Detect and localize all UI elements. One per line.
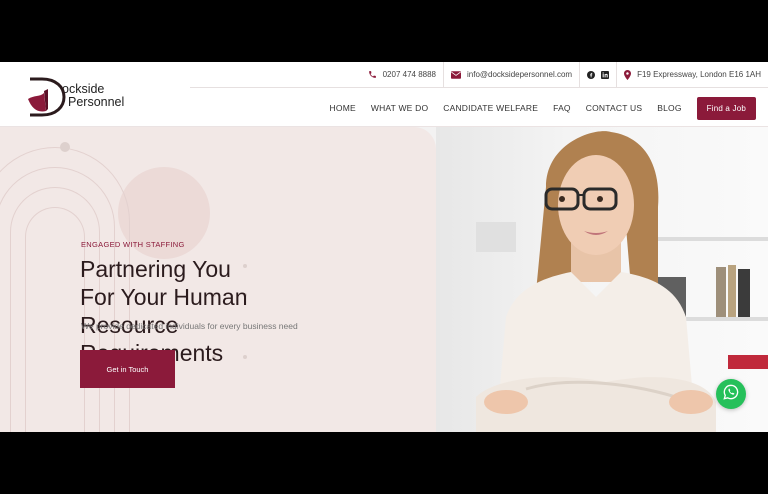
find-a-job-button[interactable]: Find a Job [696, 96, 756, 120]
email-address: info@docksidepersonnel.com [467, 70, 573, 79]
address-text: F19 Expressway, London E16 1AH [637, 70, 761, 79]
dockside-logo-mark [24, 75, 66, 117]
nav-item-contact-us[interactable]: CONTACT US [586, 103, 642, 113]
nav-item-what-we-do[interactable]: WHAT WE DO [371, 103, 428, 113]
phone-number: 0207 474 8888 [382, 70, 436, 79]
main-nav: HOME WHAT WE DO CANDIDATE WELFARE FAQ CO… [330, 96, 756, 120]
linkedin-icon[interactable] [601, 70, 610, 79]
nav-item-candidate-welfare[interactable]: CANDIDATE WELFARE [443, 103, 538, 113]
get-in-touch-button[interactable]: Get in Touch [80, 350, 175, 388]
phone-contact[interactable]: 0207 474 8888 [361, 62, 443, 88]
address-contact[interactable]: F19 Expressway, London E16 1AH [616, 62, 768, 88]
brand-logo[interactable]: ockside Personnel [24, 72, 134, 120]
hero-subtitle: We provide dedicated individuals for eve… [81, 321, 298, 331]
decorative-dot [60, 142, 70, 152]
logo-line-2: Personnel [68, 95, 125, 109]
map-pin-icon [624, 69, 632, 80]
facebook-icon[interactable] [587, 70, 596, 79]
nav-item-home[interactable]: HOME [330, 103, 356, 113]
headline-line: For Your Human [80, 284, 248, 310]
whatsapp-icon [723, 384, 739, 405]
whatsapp-chat-button[interactable] [716, 379, 746, 409]
social-links [579, 62, 616, 88]
website-frame: 0207 474 8888 info@docksidepersonnel.com [0, 62, 768, 432]
decorative-arc [25, 207, 85, 432]
nav-item-faq[interactable]: FAQ [553, 103, 571, 113]
mail-icon [451, 70, 461, 79]
email-contact[interactable]: info@docksidepersonnel.com [443, 62, 579, 88]
logo-wordmark: ockside Personnel [62, 82, 125, 109]
nav-item-blog[interactable]: BLOG [657, 103, 681, 113]
phone-icon [368, 70, 377, 79]
contact-bar: 0207 474 8888 info@docksidepersonnel.com [190, 62, 768, 88]
headline-line: Partnering You [80, 256, 231, 282]
hero-eyebrow: ENGAGED WITH STAFFING [81, 240, 185, 249]
